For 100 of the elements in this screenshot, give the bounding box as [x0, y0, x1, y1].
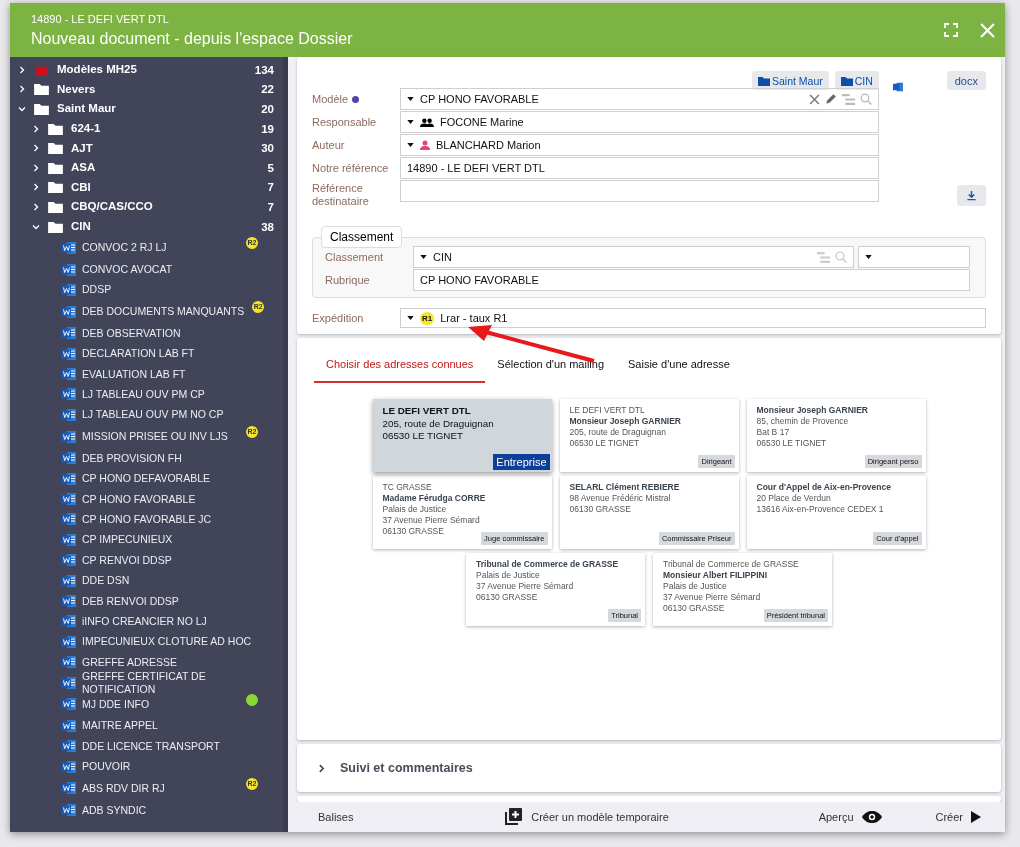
input-field[interactable]: 14890 - LE DEFI VERT DTL	[400, 157, 879, 179]
address-line: LE DEFI VERT DTL	[569, 405, 646, 416]
rate-badge: R1	[420, 311, 435, 325]
address-line: 06130 GRASSE	[663, 603, 726, 614]
field-label: Référence destinataire	[312, 181, 370, 209]
chevron-right-icon[interactable]	[18, 65, 26, 74]
template-item[interactable]: IMPECUNIEUX CLOTURE AD HOC	[10, 631, 283, 652]
preview-button[interactable]: Aperçu	[812, 810, 888, 824]
template-item[interactable]: DEB PROVISION FH	[10, 448, 283, 469]
folder-chip[interactable]: CIN	[834, 71, 879, 90]
template-item[interactable]: DEB RENVOI DDSP	[10, 590, 283, 612]
tags-button[interactable]: Balises	[312, 810, 360, 824]
collapsible-section[interactable]: Suivi et commentaires	[297, 744, 1001, 792]
folder-item[interactable]: Modèles MH25 134	[10, 60, 283, 80]
address-line: Palais de Justice	[476, 570, 541, 581]
dropdown-field[interactable]: CIN	[413, 246, 854, 268]
download-button[interactable]	[957, 184, 986, 206]
address-line: TC GRASSE	[382, 482, 433, 493]
word-document-icon	[62, 573, 76, 588]
template-item[interactable]: CP HONO FAVORABLE JC	[10, 509, 283, 530]
template-item[interactable]: CP RENVOI DDSP	[10, 550, 283, 571]
folder-item[interactable]: CBI 7	[10, 177, 283, 198]
format-button[interactable]: docx	[946, 71, 986, 90]
word-document-icon	[62, 594, 76, 608]
template-item[interactable]: CP HONO FAVORABLE	[10, 488, 283, 510]
chevron-right-icon[interactable]	[32, 144, 40, 153]
field-label: Responsable	[312, 114, 378, 130]
chevron-right-icon[interactable]	[32, 183, 40, 192]
template-item[interactable]: ADB SYNDIC	[10, 799, 283, 821]
template-item[interactable]: GREFFE CERTIFICAT DE NOTIFICATION	[10, 672, 283, 693]
address-line: 205, route de Draguignan	[382, 417, 495, 430]
template-item[interactable]: CP HONO DEFAVORABLE	[10, 468, 283, 489]
item-label: DDSP	[82, 283, 113, 297]
template-item[interactable]: LJ TABLEAU OUV PM NO CP	[10, 404, 283, 426]
word-document-icon	[62, 718, 76, 733]
dropdown-field[interactable]: CP HONO FAVORABLE	[400, 88, 879, 110]
chevron-right-icon[interactable]	[32, 124, 40, 133]
chevron-right-icon[interactable]	[32, 163, 40, 172]
folder-item[interactable]: Saint Maur 20	[10, 99, 283, 119]
caret-icon[interactable]	[407, 97, 414, 101]
tab[interactable]: Choisir des adresses connues	[314, 348, 486, 383]
folder-chip[interactable]: Saint Maur	[752, 71, 829, 90]
address-line: LE DEFI VERT DTL	[382, 405, 472, 418]
template-item[interactable]: DDE LICENCE TRANSPORT	[10, 736, 283, 757]
template-item[interactable]: DEB OBSERVATION	[10, 323, 283, 344]
template-item[interactable]: MAITRE APPEL	[10, 715, 283, 737]
template-item[interactable]: POUVOIR	[10, 756, 283, 777]
tab[interactable]: Saisie d'une adresse	[616, 348, 742, 383]
chevron-right-icon[interactable]	[32, 202, 40, 211]
caret-icon[interactable]	[420, 255, 427, 259]
item-label: MJ DDE INFO	[82, 697, 151, 711]
dropdown-field[interactable]	[858, 246, 970, 268]
temporary-model-button[interactable]: Créer un modèle temporaire	[497, 806, 675, 828]
dropdown-field[interactable]: BLANCHARD Marion	[400, 134, 879, 156]
template-item[interactable]: CONVOC AVOCAT	[10, 259, 283, 280]
item-label: LJ TABLEAU OUV PM NO CP	[82, 408, 225, 422]
folder-item[interactable]: 624-1 19	[10, 118, 283, 139]
briefcase-icon	[34, 63, 49, 76]
address-line: 06530 LE TIGNET	[382, 430, 464, 443]
caret-icon[interactable]	[865, 255, 872, 259]
folder-item[interactable]: Nevers 22	[10, 79, 283, 100]
chevron-down-icon[interactable]	[32, 222, 40, 231]
clear-icon[interactable]	[809, 93, 820, 105]
template-item[interactable]: EVALUATION LAB FT	[10, 363, 283, 385]
item-label: EVALUATION LAB FT	[82, 367, 187, 381]
folder-item[interactable]: AJT 30	[10, 138, 283, 158]
chevron-right-icon[interactable]	[317, 763, 326, 773]
template-item[interactable]: DDSP	[10, 279, 283, 301]
address-line: Monsieur Albert FILIPPINI	[663, 570, 769, 581]
tab[interactable]: Sélection d'un mailing	[485, 348, 617, 383]
template-item[interactable]: iINFO CREANCIER NO LJ	[10, 611, 283, 632]
pencil-icon[interactable]	[825, 93, 837, 105]
address-card[interactable]: LE DEFI VERT DTL 205, route de Draguignan 06530 LE TIGNET Entreprise	[372, 399, 552, 472]
folder-icon	[758, 75, 770, 86]
caret-icon[interactable]	[407, 316, 414, 320]
input-field[interactable]	[400, 180, 879, 202]
word-document-icon	[62, 429, 76, 444]
folder-item[interactable]: CBQ/CAS/CCO 7	[10, 197, 283, 217]
dropdown-field[interactable]: FOCONE Marine	[400, 111, 879, 133]
download-icon	[966, 189, 977, 201]
create-button[interactable]: Créer	[929, 810, 987, 824]
template-item[interactable]: DDE DSN	[10, 570, 283, 591]
field-label: Expédition	[312, 310, 365, 326]
folder-item[interactable]: ASA 5	[10, 157, 283, 178]
chevron-right-icon[interactable]	[18, 85, 26, 94]
input-field[interactable]: CP HONO FAVORABLE	[413, 269, 970, 291]
item-label: DECLARATION LAB FT	[82, 347, 196, 361]
group-icon	[420, 117, 434, 127]
template-item[interactable]: LJ TABLEAU OUV PM CP	[10, 384, 283, 405]
chevron-down-icon[interactable]	[18, 105, 26, 113]
dropdown-field[interactable]: R1 Lrar - taux R1	[400, 308, 986, 328]
item-label: LJ TABLEAU OUV PM CP	[82, 388, 206, 401]
template-item[interactable]: CP IMPECUNIEUX	[10, 529, 283, 551]
address-line: Bat B 17	[756, 427, 791, 438]
word-document-icon	[62, 781, 76, 796]
folder-icon	[48, 200, 63, 213]
caret-icon[interactable]	[407, 143, 414, 147]
caret-icon[interactable]	[407, 120, 414, 124]
template-item[interactable]: DECLARATION LAB FT	[10, 343, 283, 364]
folder-item[interactable]: CIN 38	[10, 216, 283, 237]
